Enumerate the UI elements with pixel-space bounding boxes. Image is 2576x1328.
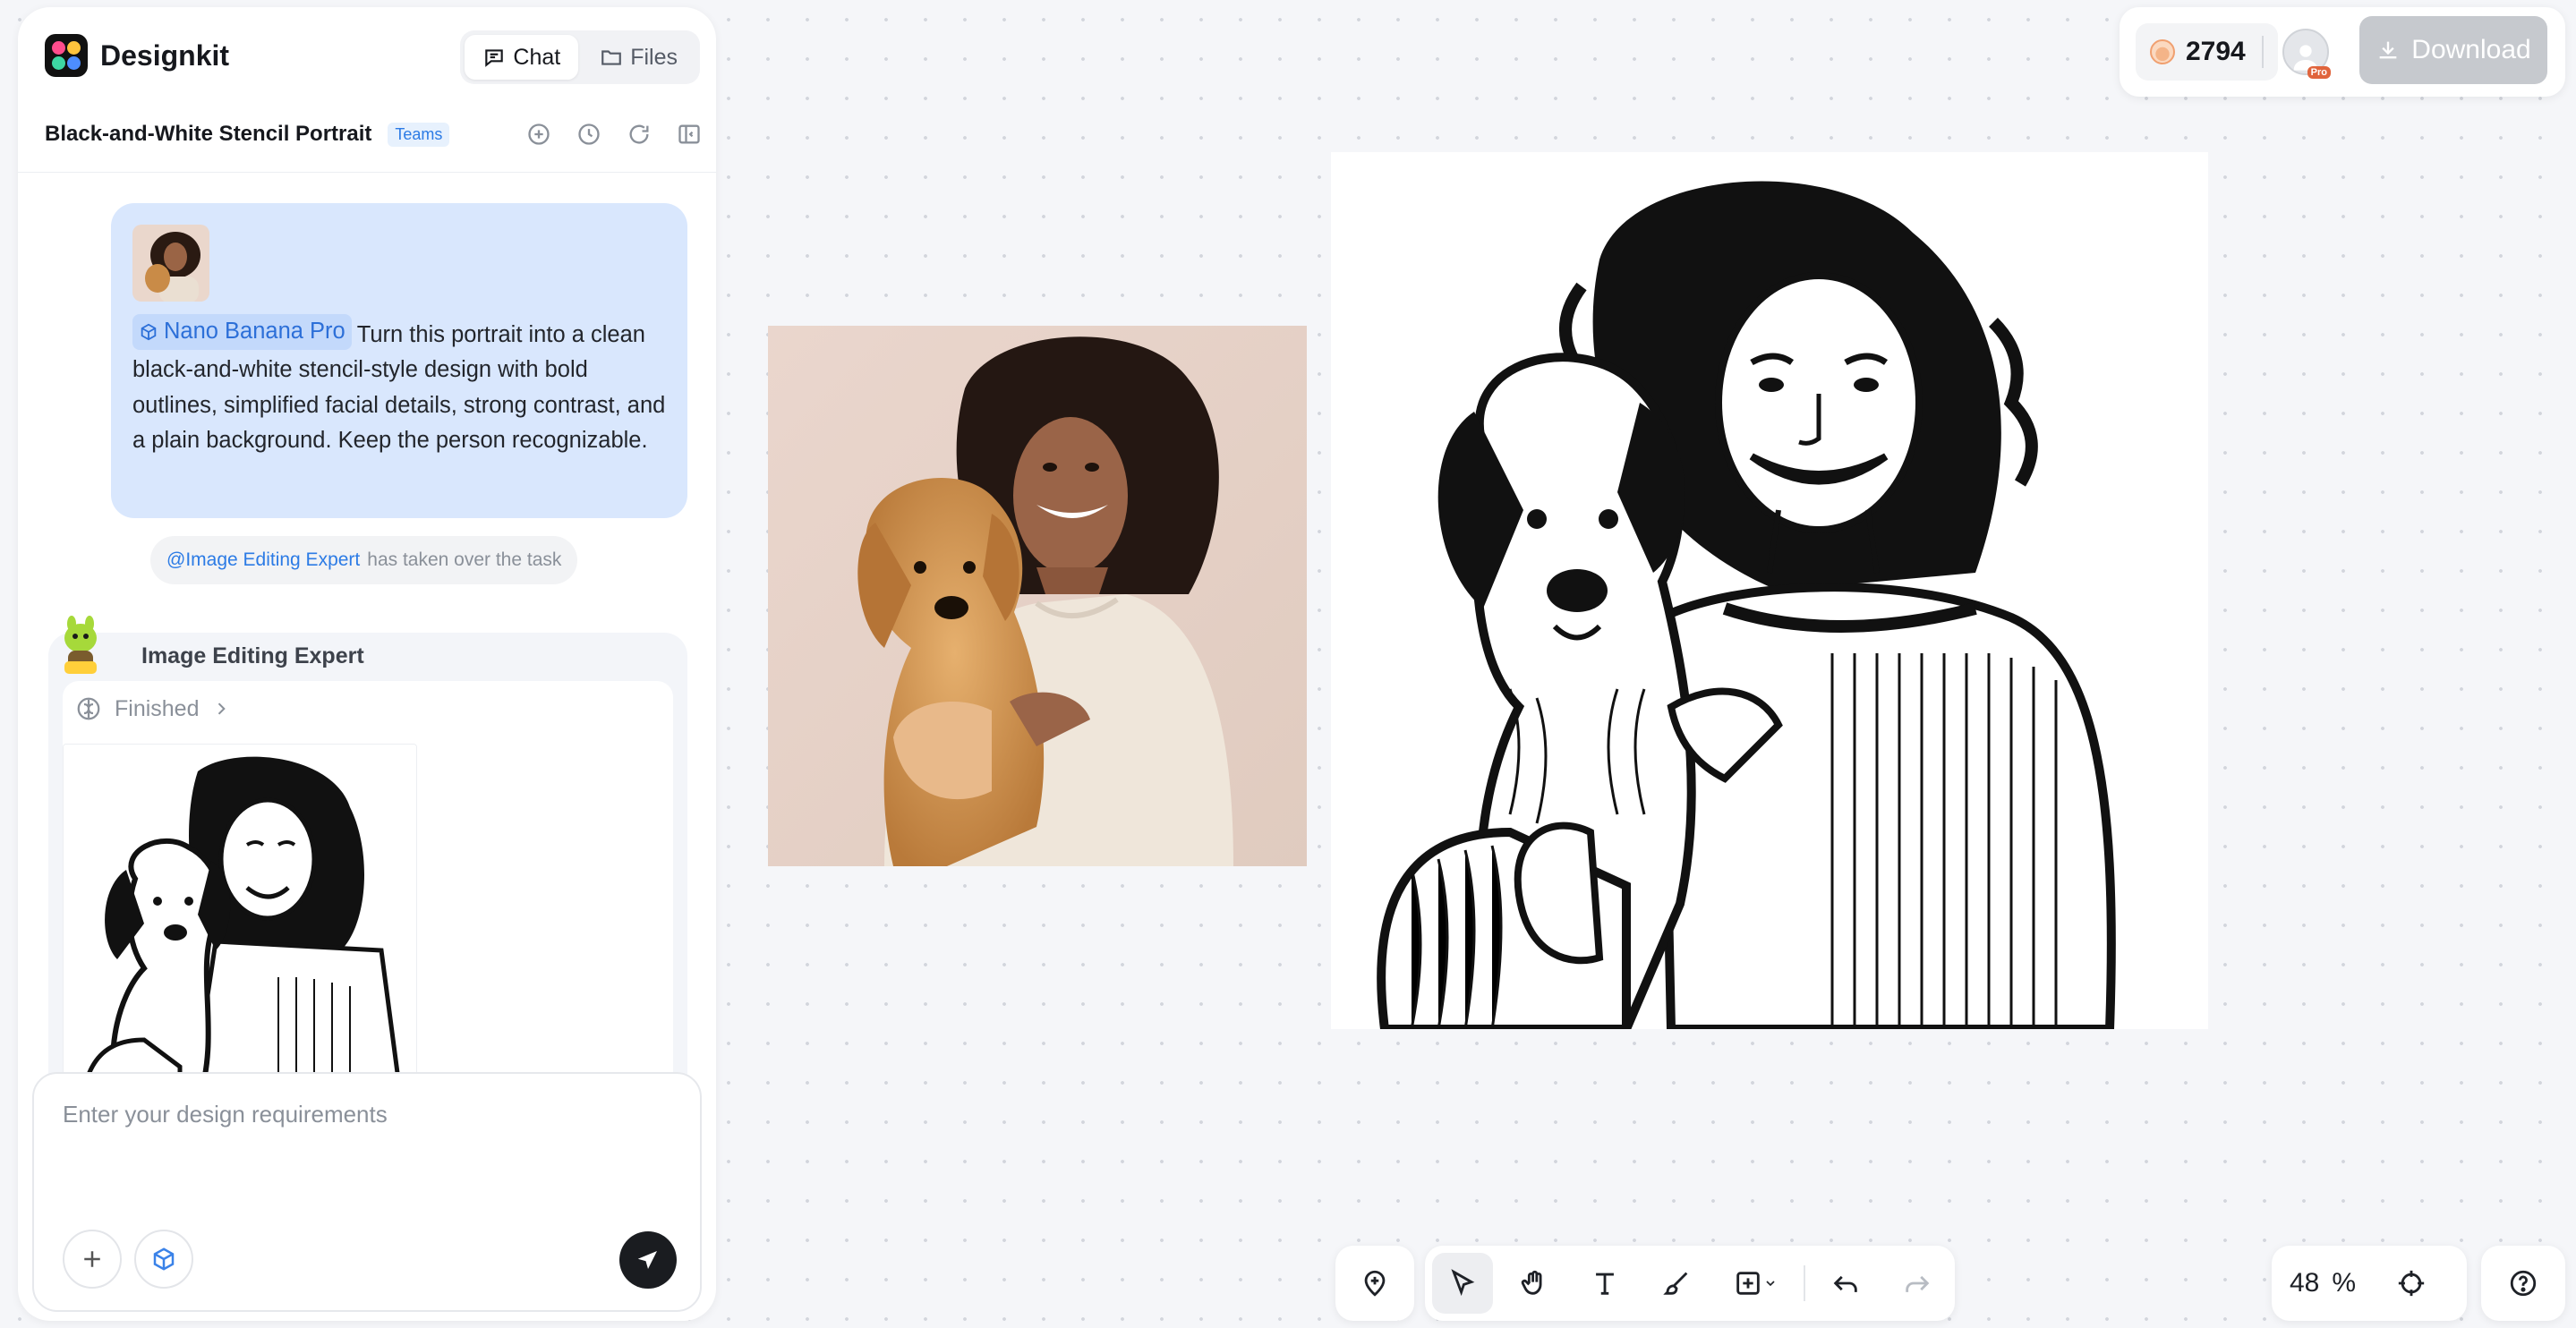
cube-icon (153, 1247, 175, 1271)
download-icon (2379, 41, 2397, 59)
add-marker-tool[interactable] (1344, 1253, 1405, 1314)
send-icon (637, 1251, 657, 1269)
designkit-logo-icon (45, 34, 88, 77)
pro-badge: Pro (2307, 66, 2331, 79)
top-right-bar: 2794 Pro Download (2120, 7, 2565, 97)
crosshair-icon (2398, 1270, 2425, 1297)
system-note: @Image Editing Expert has taken over the… (150, 536, 578, 584)
hand-tool[interactable] (1504, 1253, 1565, 1314)
plus-icon (84, 1251, 100, 1267)
project-title: Black-and-White Stencil Portrait (45, 122, 372, 146)
toolbar-divider (1803, 1265, 1805, 1301)
model-chip[interactable]: Nano Banana Pro (132, 314, 352, 350)
brand[interactable]: Designkit (45, 34, 229, 77)
tab-files-label: Files (630, 44, 678, 70)
agent-mention[interactable]: @Image Editing Expert (166, 549, 360, 571)
project-title-row: Black-and-White Stencil Portrait Teams (45, 115, 704, 154)
tab-files[interactable]: Files (582, 35, 695, 80)
agent-result-card: Finished (63, 681, 673, 1077)
teams-badge: Teams (388, 122, 450, 147)
chat-icon (485, 49, 504, 67)
history-button[interactable] (575, 120, 603, 149)
redo-icon (1906, 1275, 1930, 1292)
cursor-icon (1451, 1269, 1475, 1297)
download-button[interactable]: Download (2359, 16, 2547, 84)
cube-icon (141, 323, 157, 341)
task-status[interactable]: Finished (75, 695, 230, 722)
fit-to-screen-button[interactable] (2381, 1253, 2442, 1314)
collapse-panel-button[interactable] (675, 120, 704, 149)
app-name: Designkit (100, 38, 230, 72)
download-label: Download (2411, 35, 2531, 64)
agent-avatar (55, 615, 106, 677)
tab-chat-label: Chat (513, 44, 561, 70)
location-tool-box (1335, 1246, 1414, 1321)
design-requirements-input[interactable] (63, 1101, 671, 1128)
help-button[interactable] (2493, 1253, 2554, 1314)
undo-icon (1834, 1275, 1858, 1292)
chevron-right-icon (218, 702, 226, 715)
send-button[interactable] (619, 1231, 677, 1289)
new-chat-button[interactable] (525, 120, 553, 149)
agent-name: Image Editing Expert (141, 643, 364, 668)
clock-icon (578, 123, 600, 145)
input-image-thumbnail[interactable] (132, 225, 209, 302)
credits-display[interactable]: 2794 (2136, 23, 2278, 81)
chevron-down-icon (1766, 1281, 1775, 1287)
refresh-icon (629, 124, 649, 144)
refresh-button[interactable] (625, 120, 653, 149)
mode-switch: Chat Files (460, 30, 700, 84)
title-actions (525, 120, 704, 149)
system-note-text: has taken over the task (367, 549, 562, 570)
redo-button[interactable] (1887, 1253, 1948, 1314)
user-message: Nano Banana Pro Turn this portrait into … (111, 203, 687, 518)
hand-icon (1521, 1270, 1542, 1295)
insert-shape-tool[interactable] (1718, 1253, 1793, 1314)
canvas-original-photo[interactable] (768, 326, 1307, 866)
zoom-value[interactable]: 48 (2290, 1268, 2319, 1298)
brush-tool[interactable] (1646, 1253, 1707, 1314)
chat-messages[interactable]: Nano Banana Pro Turn this portrait into … (18, 173, 716, 1077)
model-chip-label: Nano Banana Pro (164, 319, 345, 344)
result-image-thumbnail[interactable] (63, 744, 417, 1077)
sidebar-collapse-icon (678, 124, 700, 144)
select-tool[interactable] (1432, 1253, 1493, 1314)
message-composer (32, 1072, 702, 1312)
folder-icon (601, 50, 622, 65)
add-attachment-button[interactable] (63, 1230, 122, 1289)
location-plus-icon (1364, 1270, 1386, 1297)
help-box (2481, 1246, 2565, 1321)
text-icon (1596, 1273, 1615, 1295)
zoom-unit: % (2332, 1268, 2357, 1298)
zoom-control: 48 % (2272, 1246, 2467, 1321)
add-box-icon (1736, 1272, 1760, 1295)
agent-response: Image Editing Expert Finished (48, 616, 687, 1077)
text-tool[interactable] (1574, 1253, 1635, 1314)
coin-icon (2150, 39, 2175, 64)
help-icon (2510, 1270, 2537, 1297)
user-message-text: Nano Banana Pro Turn this portrait into … (132, 314, 666, 459)
credits-divider (2261, 36, 2264, 68)
model-select-button[interactable] (134, 1230, 193, 1289)
brain-icon (77, 697, 100, 720)
tab-chat[interactable]: Chat (465, 35, 579, 80)
chat-panel: Designkit Chat Files Black-and-White Ste… (18, 7, 716, 1321)
brush-icon (1663, 1272, 1688, 1295)
task-status-label: Finished (115, 695, 200, 721)
add-circle-icon (528, 123, 550, 145)
undo-button[interactable] (1816, 1253, 1877, 1314)
canvas-stencil-result[interactable] (1331, 152, 2208, 1029)
user-avatar[interactable]: Pro (2282, 29, 2331, 79)
credits-value: 2794 (2186, 37, 2246, 66)
main-toolbar (1425, 1246, 1955, 1321)
